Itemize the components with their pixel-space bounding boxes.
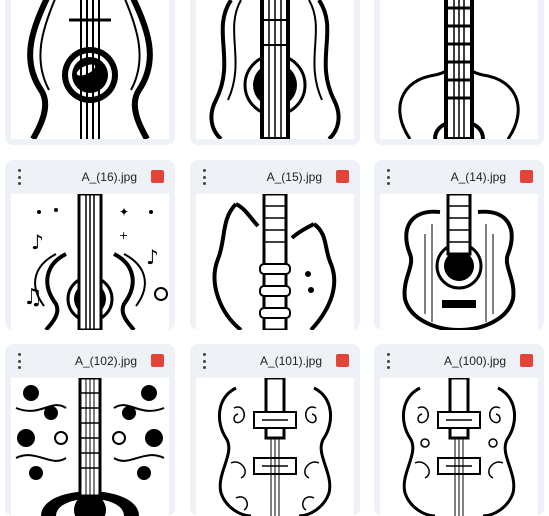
file-name: A_(16).jpg [81, 170, 137, 184]
svg-text:♪: ♪ [146, 245, 159, 269]
file-card[interactable] [190, 0, 360, 145]
image-file-icon [336, 170, 349, 183]
image-thumbnail[interactable] [380, 0, 538, 139]
file-name: A_(14).jpg [450, 170, 506, 184]
file-card[interactable]: A_(102).jpg [5, 344, 175, 516]
file-name: A_(15).jpg [266, 170, 322, 184]
image-file-icon [520, 170, 533, 183]
image-thumbnail[interactable]: ♪ ♫ ♪ ✦ + [11, 194, 169, 330]
more-vert-icon[interactable] [199, 169, 209, 185]
image-thumbnail[interactable] [11, 0, 169, 139]
svg-text:+: + [119, 229, 128, 242]
more-vert-icon[interactable] [14, 353, 24, 369]
more-vert-icon[interactable] [383, 353, 393, 369]
file-card[interactable] [374, 0, 544, 145]
file-card[interactable]: A_(15).jpg [190, 160, 360, 330]
guitar-illustration [402, 194, 516, 330]
file-card-header: A_(101).jpg [190, 344, 360, 378]
svg-text:♫: ♫ [23, 285, 43, 310]
image-thumbnail[interactable] [380, 194, 538, 330]
image-thumbnail[interactable] [196, 194, 354, 330]
file-card[interactable]: A_(100).jpg [374, 344, 544, 516]
file-card[interactable]: A_(14).jpg [374, 160, 544, 330]
guitar-illustration [217, 378, 333, 516]
file-card-header: A_(15).jpg [190, 160, 360, 194]
image-file-icon [151, 170, 164, 183]
file-card-header: A_(102).jpg [5, 344, 175, 378]
image-thumbnail[interactable] [380, 378, 538, 516]
file-name: A_(101).jpg [259, 354, 322, 368]
image-thumbnail[interactable] [196, 378, 354, 516]
guitar-illustration: ♪ ♫ ♪ ✦ + [23, 194, 168, 330]
file-card-header: A_(16).jpg [5, 160, 175, 194]
guitar-illustration [209, 0, 341, 139]
more-vert-icon[interactable] [383, 169, 393, 185]
guitar-illustration [401, 378, 517, 516]
file-card-header: A_(100).jpg [374, 344, 544, 378]
file-name: A_(100).jpg [443, 354, 506, 368]
svg-text:♪: ♪ [31, 230, 44, 254]
guitar-illustration [27, 0, 153, 139]
svg-text:✦: ✦ [119, 205, 129, 219]
image-thumbnail[interactable] [196, 0, 354, 139]
more-vert-icon[interactable] [199, 353, 209, 369]
file-card[interactable]: A_(16).jpg ♪ ♫ ♪ ✦ + [5, 160, 175, 330]
image-file-icon [151, 354, 164, 367]
image-thumbnail[interactable] [11, 378, 169, 516]
guitar-illustration [398, 0, 520, 139]
file-name: A_(102).jpg [74, 354, 137, 368]
image-file-icon [336, 354, 349, 367]
more-vert-icon[interactable] [14, 169, 24, 185]
guitar-illustration [15, 378, 165, 516]
image-file-icon [520, 354, 533, 367]
file-card[interactable]: A_(101).jpg [190, 344, 360, 516]
file-card-header: A_(14).jpg [374, 160, 544, 194]
guitar-illustration [212, 194, 337, 330]
file-card[interactable] [5, 0, 175, 145]
